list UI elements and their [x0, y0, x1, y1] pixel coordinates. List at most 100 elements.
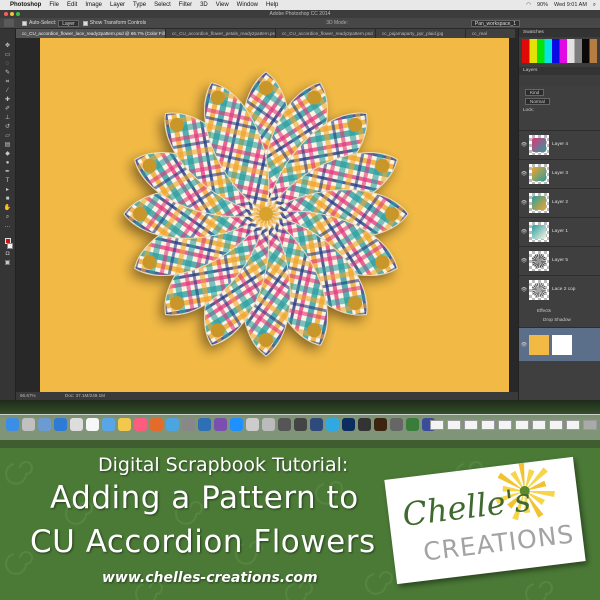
swatches-grid[interactable]: [522, 39, 597, 63]
visibility-eye-icon[interactable]: 👁: [519, 342, 529, 348]
pen-tool-icon[interactable]: ✒: [4, 169, 12, 176]
layer-row[interactable]: 👁 Layer 5: [519, 246, 600, 274]
minimized-window[interactable]: [515, 420, 529, 430]
layers-panel-header[interactable]: Layers: [519, 67, 600, 75]
brush-tool-icon[interactable]: ✐: [4, 106, 12, 113]
layer-row[interactable]: 👁 Lace 2 cop: [519, 275, 600, 303]
itunes-icon[interactable]: [134, 418, 147, 431]
swatches-panel-header[interactable]: Swatches: [519, 29, 600, 37]
blend-mode-dropdown[interactable]: Normal: [525, 98, 550, 105]
app-store-icon[interactable]: [166, 418, 179, 431]
search-icon[interactable]: ⌕: [593, 2, 596, 9]
visibility-eye-icon[interactable]: 👁: [519, 258, 529, 264]
crop-tool-icon[interactable]: ⌗: [4, 79, 12, 86]
quick-mask-icon[interactable]: ◘: [4, 251, 12, 258]
layer-row[interactable]: 👁 Layer 3: [519, 159, 600, 187]
layer-row[interactable]: 👁 Layer 4: [519, 130, 600, 158]
minimized-window[interactable]: [498, 420, 512, 430]
rocket-icon[interactable]: [38, 418, 51, 431]
skype-icon[interactable]: [230, 418, 243, 431]
menu-layer[interactable]: Layer: [110, 2, 125, 8]
menu-select[interactable]: Select: [154, 2, 171, 8]
menu-view[interactable]: View: [216, 2, 229, 8]
layer-kind-dropdown[interactable]: Kind: [525, 89, 545, 96]
zoom-tool-icon[interactable]: ⌕: [4, 214, 12, 221]
app-icon[interactable]: [358, 418, 371, 431]
type-tool-icon[interactable]: T: [4, 178, 12, 185]
menu-edit[interactable]: Edit: [67, 2, 77, 8]
menu-window[interactable]: Window: [237, 2, 258, 8]
move-tool-icon[interactable]: [4, 19, 14, 27]
zoom-window-button[interactable]: [16, 12, 20, 16]
shape-tool-icon[interactable]: ■: [4, 196, 12, 203]
history-brush-tool-icon[interactable]: ↺: [4, 124, 12, 131]
auto-select-dropdown[interactable]: Layer: [58, 19, 79, 27]
photoshop-icon[interactable]: [342, 418, 355, 431]
menu-image[interactable]: Image: [85, 2, 102, 8]
wifi-icon[interactable]: ◠: [526, 2, 531, 8]
document-tab[interactable]: cc_pajamaparty_ppr_plaid.jpg: [376, 29, 466, 38]
screen-mode-icon[interactable]: ▣: [4, 260, 12, 267]
workspace-dropdown[interactable]: Pan_workspace_1: [470, 20, 520, 27]
layer-effect-drop-shadow[interactable]: Drop Shadow: [539, 315, 575, 324]
document-canvas[interactable]: [40, 38, 509, 392]
marquee-tool-icon[interactable]: ▭: [4, 52, 12, 59]
minimized-window[interactable]: [481, 420, 495, 430]
clock[interactable]: Wed 9:01 AM: [554, 2, 587, 8]
zoom-level[interactable]: 66.67%: [20, 393, 36, 398]
menu-filter[interactable]: Filter: [179, 2, 192, 8]
system-preferences-icon[interactable]: [182, 418, 195, 431]
menu-help[interactable]: Help: [266, 2, 278, 8]
minimize-window-button[interactable]: [10, 12, 14, 16]
calendar-icon[interactable]: [86, 418, 99, 431]
menu-type[interactable]: Type: [133, 2, 146, 8]
menu-app-name[interactable]: Photoshop: [10, 2, 41, 8]
battery-status[interactable]: 90%: [537, 2, 548, 8]
document-tab[interactable]: cc_CU_accordion_flower_ready2pattern.psd: [276, 29, 376, 38]
visibility-eye-icon[interactable]: 👁: [519, 171, 529, 177]
visibility-eye-icon[interactable]: 👁: [519, 229, 529, 235]
hand-tool-icon[interactable]: ✋: [4, 205, 12, 212]
safari-icon[interactable]: [54, 418, 67, 431]
minimized-window[interactable]: [549, 420, 563, 430]
notes-icon[interactable]: [118, 418, 131, 431]
quick-select-tool-icon[interactable]: ✎: [4, 70, 12, 77]
mail-icon[interactable]: [102, 418, 115, 431]
minimized-window[interactable]: [447, 420, 461, 430]
app-icon[interactable]: [310, 418, 323, 431]
document-tab-active[interactable]: cc_CU_accordion_flower_lace_ready2patter…: [16, 29, 166, 38]
minimized-window[interactable]: [430, 420, 444, 430]
launchpad-icon[interactable]: [22, 418, 35, 431]
doc-size[interactable]: Doc: 37.1M/249.1M: [65, 393, 105, 398]
illustrator-icon[interactable]: [374, 418, 387, 431]
contacts-icon[interactable]: [70, 418, 83, 431]
layer-row[interactable]: 👁 Layer 2: [519, 188, 600, 216]
document-tab[interactable]: cc_real: [466, 29, 516, 38]
lasso-tool-icon[interactable]: ◌: [4, 61, 12, 68]
menu-3d[interactable]: 3D: [200, 2, 208, 8]
menu-file[interactable]: File: [49, 2, 59, 8]
transform-controls-checkbox[interactable]: [82, 20, 88, 26]
app-icon[interactable]: [294, 418, 307, 431]
background-color-swatch[interactable]: [6, 243, 13, 249]
dropbox-icon[interactable]: [198, 418, 211, 431]
more-tools-icon[interactable]: …: [4, 223, 12, 230]
preview-icon[interactable]: [246, 418, 259, 431]
healing-tool-icon[interactable]: ✚: [4, 97, 12, 104]
visibility-eye-icon[interactable]: 👁: [519, 287, 529, 293]
app-icon[interactable]: [278, 418, 291, 431]
dodge-tool-icon[interactable]: ●: [4, 160, 12, 167]
eraser-tool-icon[interactable]: ▱: [4, 133, 12, 140]
minimized-window[interactable]: [464, 420, 478, 430]
layer-row[interactable]: 👁 Layer 1: [519, 217, 600, 245]
app-icon[interactable]: [214, 418, 227, 431]
app-icon[interactable]: [262, 418, 275, 431]
layer-row-selected[interactable]: 👁: [519, 327, 600, 361]
document-tab[interactable]: cc_CU_accordion_flower_petals_ready2patt…: [166, 29, 276, 38]
finder-icon[interactable]: [6, 418, 19, 431]
bridge-icon[interactable]: [326, 418, 339, 431]
stamp-tool-icon[interactable]: ⊥: [4, 115, 12, 122]
trash-icon[interactable]: [583, 420, 597, 430]
firefox-icon[interactable]: [150, 418, 163, 431]
minimized-window[interactable]: [532, 420, 546, 430]
